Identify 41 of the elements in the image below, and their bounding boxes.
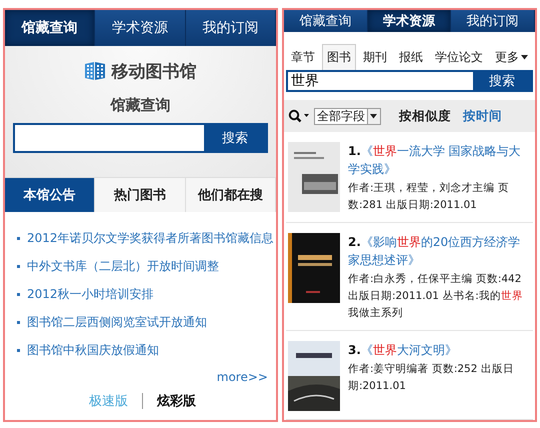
book-details: 作者:姜守明编著 页数:252 出版日期:2011.01 — [348, 362, 515, 394]
category-tab[interactable]: 报纸 — [394, 44, 428, 70]
news-link[interactable]: 2012年诺贝尔文学奖获得者所著图书馆藏信息 — [27, 230, 274, 246]
nav-tab[interactable]: 学术资源 — [368, 10, 452, 32]
bullet-icon — [17, 348, 20, 352]
nav-tab[interactable]: 馆藏查询 — [5, 10, 96, 46]
sort-option[interactable]: 按时间 — [462, 100, 502, 132]
book-details: 作者:王琪，程莹，刘念才主编 页数:281 出版日期:2011.01 — [348, 181, 510, 213]
news-link[interactable]: 图书馆中秋国庆放假通知 — [27, 342, 159, 358]
sort-option[interactable]: 按相似度 — [398, 100, 451, 132]
category-tab[interactable]: 章节 — [286, 44, 320, 70]
building-icon — [84, 61, 106, 81]
news-tab[interactable]: 本馆公告 — [5, 178, 96, 212]
caret-icon — [520, 54, 528, 60]
news-tab[interactable]: 他们都在搜 — [186, 178, 276, 212]
app-logo-text: 移动图书馆 — [111, 60, 196, 82]
bullet-icon — [17, 264, 20, 268]
more-link[interactable]: more>> — [216, 370, 268, 384]
search-icon[interactable] — [288, 109, 310, 123]
news-link[interactable]: 2012秋一小时培训安排 — [27, 286, 154, 302]
category-tab[interactable]: 学位论文 — [430, 44, 488, 70]
category-tab[interactable]: 期刊 — [358, 44, 392, 70]
nav-tab[interactable]: 我的订阅 — [451, 10, 535, 32]
book-title-link[interactable]: 2.《影响世界的20位西方经济学家思想述评》 — [348, 233, 531, 269]
search-field[interactable]: 世界 — [288, 72, 473, 90]
bullet-icon — [17, 292, 20, 296]
page-heading: 馆藏查询 — [110, 96, 170, 115]
category-tab[interactable]: 更多 — [490, 44, 533, 70]
news-tab[interactable]: 热门图书 — [95, 178, 186, 212]
book-title-link[interactable]: 1.《世界一流大学 国家战略与大学实践》 — [348, 142, 531, 178]
book-details: 作者:白永秀，任保平主编 页数:442 出版日期:2011.01 丛书名:我的世界 我做主系列 — [348, 272, 524, 321]
bullet-icon — [17, 236, 20, 240]
book-title-link[interactable]: 3.《世界大河文明》 — [348, 341, 531, 359]
bullet-icon — [17, 320, 20, 324]
news-link[interactable]: 图书馆二层西侧阅览室试开放通知 — [27, 314, 207, 330]
search-field[interactable] — [15, 125, 204, 151]
version-link[interactable]: 炫彩版 — [156, 392, 196, 410]
category-tab[interactable]: 图书 — [322, 44, 356, 70]
news-link[interactable]: 中外文书库（二层北）开放时间调整 — [27, 258, 219, 274]
field-select[interactable]: 全部字段 — [314, 108, 381, 124]
caret-icon — [370, 114, 378, 118]
